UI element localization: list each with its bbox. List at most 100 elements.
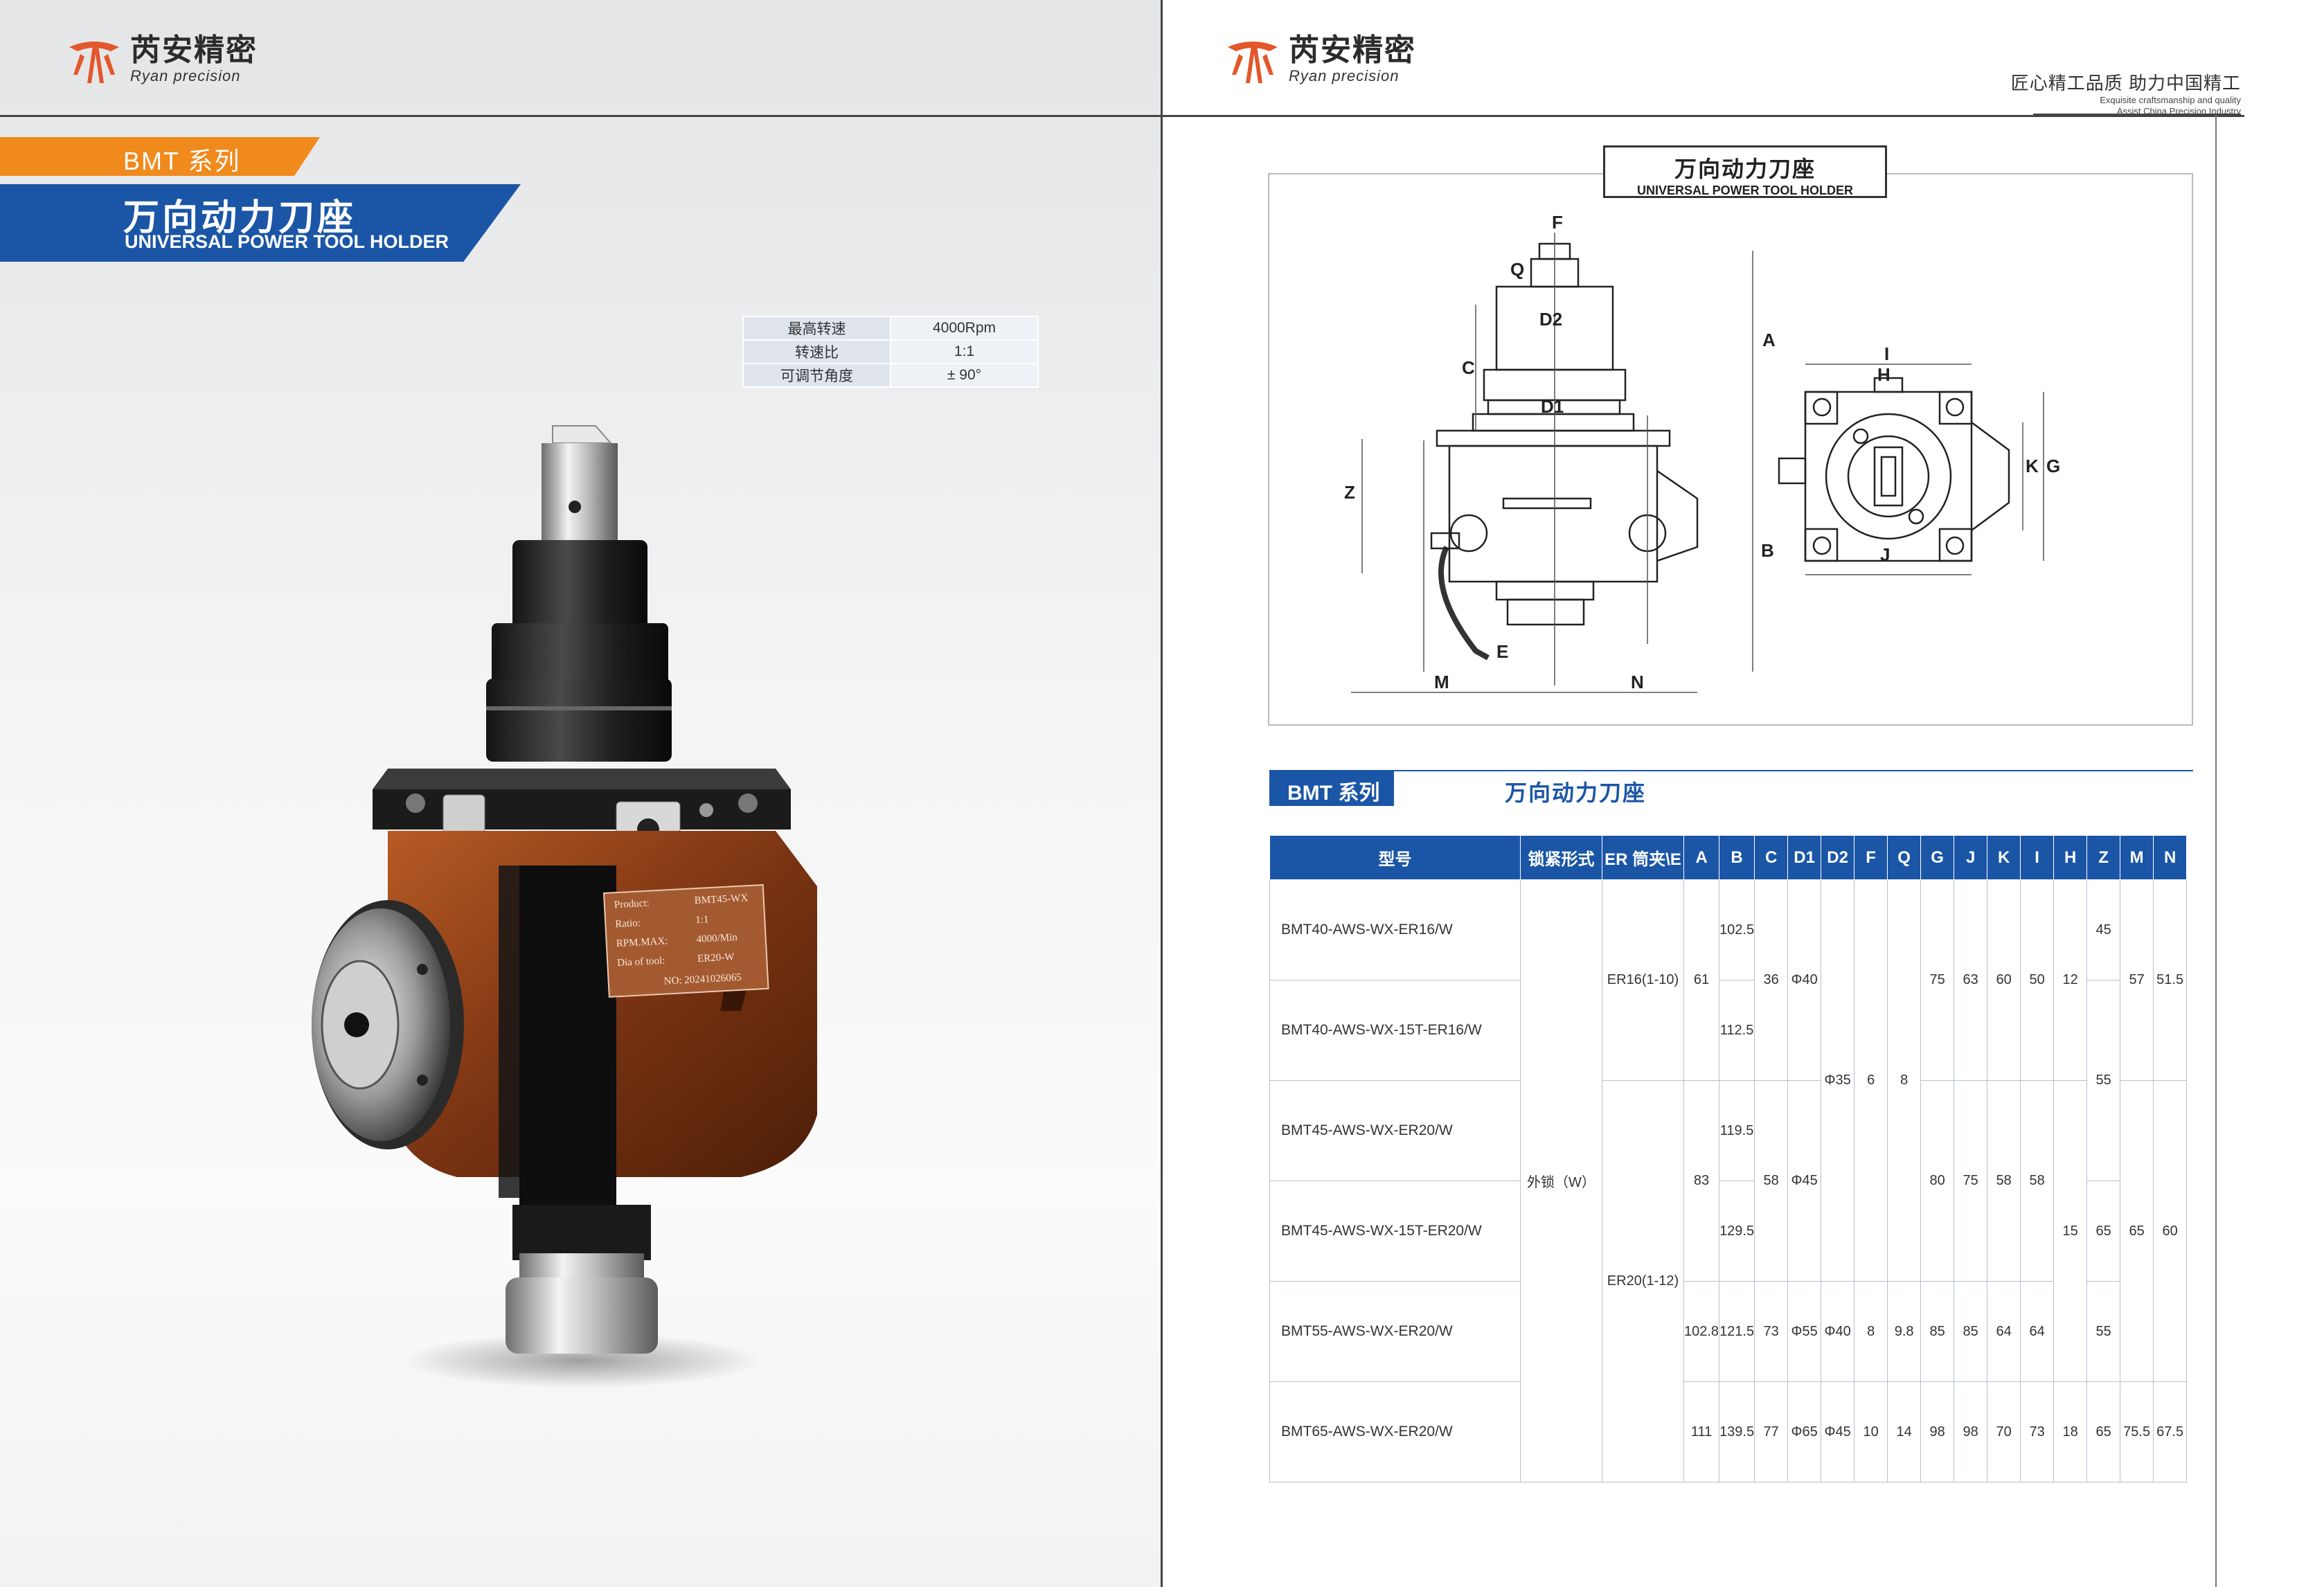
spec-row: 转速比 1:1: [742, 339, 1039, 364]
dim-label: D2: [1539, 309, 1562, 330]
left-page: 芮安精密 Ryan precision BMT 系列 万向动力刀座 UNIVER…: [0, 0, 1161, 1587]
brand-name-en: Ryan precision: [130, 67, 241, 84]
col-header: C: [1754, 835, 1789, 880]
a-cell: 111: [1683, 1381, 1720, 1482]
c-cell: 58: [1754, 1080, 1789, 1282]
col-header: ER 筒夹\E: [1602, 835, 1684, 880]
dim-label: D1: [1541, 396, 1564, 417]
brand-logo: 芮安精密 Ryan precision: [66, 33, 258, 86]
table-row: BMT45-AWS-WX-ER20/W ER20(1-12) 83 119.5 …: [1269, 1080, 2188, 1482]
col-header: 锁紧形式: [1520, 835, 1602, 880]
ryan-logo-icon: [69, 42, 119, 83]
k-cell: 58: [1987, 1080, 2021, 1282]
spec-label: 最高转速: [742, 316, 891, 341]
nameplate: Product: BMT45-WX Ratio: 1:1 RPM.MAX: 40…: [602, 884, 769, 998]
d1-cell: Φ40: [1787, 879, 1822, 1081]
spec-value: 1:1: [890, 339, 1039, 364]
header-divider: [0, 115, 1161, 117]
b-cell: 119.5: [1719, 1080, 1755, 1181]
d1-cell: Φ55: [1787, 1281, 1822, 1382]
brand-logo: 芮安精密 Ryan precision: [1225, 33, 1416, 86]
spec-label: 可调节角度: [742, 363, 891, 388]
z-cell: 65: [2086, 1181, 2121, 1282]
col-header: J: [1954, 835, 1988, 880]
slogan: 匠心精工品质 助力中国精工 Exquisite craftsmanship an…: [2011, 69, 2241, 117]
a-cell: 102.8: [1683, 1281, 1720, 1382]
product-photo: Product: BMT45-WX Ratio: 1:1 RPM.MAX: 40…: [312, 425, 817, 1388]
h-cell: 12: [2053, 879, 2088, 1081]
series-tag: BMT 系列: [0, 137, 320, 176]
dim-label: E: [1496, 641, 1508, 662]
model-cell: BMT55-AWS-WX-ER20/W: [1269, 1281, 1521, 1382]
section-title: 万向动力刀座: [1505, 780, 1647, 805]
er-cell: ER16(1-10): [1602, 879, 1684, 1081]
g-cell: 98: [1920, 1381, 1955, 1482]
col-header: Q: [1887, 835, 1922, 880]
dim-label: N: [1631, 672, 1644, 692]
z-cell: 45: [2086, 879, 2121, 980]
table-row: BMT55-AWS-WX-ER20/W 102.8 121.5 73 Φ55 Φ…: [1269, 1281, 2187, 1382]
model-cell: BMT40-AWS-WX-ER16/W: [1269, 879, 1521, 980]
col-header: I: [2020, 835, 2055, 880]
nameplate-value: 1:1: [695, 914, 709, 926]
right-page: 芮安精密 Ryan precision 匠心精工品质 助力中国精工 Exquis…: [1161, 0, 2324, 1587]
brand-name-cn: 芮安精密: [1289, 33, 1416, 67]
slogan-en-1: Exquisite craftsmanship and quality: [2100, 95, 2241, 105]
k-cell: 70: [1987, 1381, 2021, 1482]
i-cell: 58: [2020, 1080, 2055, 1282]
spec-row: 最高转速 4000Rpm: [742, 316, 1039, 341]
spec-label: 转速比: [742, 339, 891, 364]
lock-cell: 外锁（W）: [1520, 879, 1602, 1482]
g-cell: 75: [1920, 879, 1955, 1081]
dim-label: M: [1434, 672, 1449, 692]
dim-label: H: [1877, 364, 1891, 385]
col-header: F: [1854, 835, 1888, 880]
drawing-title: 万向动力刀座 UNIVERSAL POWER TOOL HOLDER: [1603, 145, 1887, 198]
section-tag: BMT 系列: [1269, 770, 1394, 806]
model-cell: BMT45-AWS-WX-ER20/W: [1269, 1080, 1521, 1181]
dim-label: I: [1884, 343, 1889, 364]
f-cell: 10: [1854, 1381, 1888, 1482]
dim-label: C: [1462, 357, 1475, 378]
dim-label: Z: [1344, 482, 1355, 503]
j-cell: 75: [1954, 1080, 1988, 1282]
technical-drawing: F Q D2 C A D1 Z B E M N I H K G J: [1344, 212, 2060, 693]
i-cell: 73: [2020, 1381, 2055, 1482]
col-header: M: [2120, 835, 2154, 880]
table-row: BMT40-AWS-WX-ER16/W 外锁（W） ER16(1-10) 61 …: [1269, 879, 2188, 1482]
er-cell: ER20(1-12): [1602, 1080, 1684, 1482]
nameplate-value: 4000/Min: [696, 932, 738, 945]
nameplate-key: Ratio:: [615, 917, 641, 930]
q-cell: 8: [1887, 879, 1922, 1282]
model-cell: BMT45-AWS-WX-15T-ER20/W: [1269, 1181, 1521, 1282]
series-tag-label: BMT 系列: [123, 147, 241, 175]
z-cell: 55: [2086, 980, 2121, 1181]
col-header: G: [1920, 835, 1955, 880]
g-cell: 80: [1920, 1080, 1955, 1282]
m-cell: 75.5: [2120, 1381, 2154, 1482]
k-cell: 60: [1987, 879, 2021, 1081]
section-underline: [1394, 770, 2193, 771]
drawing-title-en: UNIVERSAL POWER TOOL HOLDER: [1636, 183, 1854, 197]
c-cell: 77: [1754, 1381, 1789, 1482]
col-header: H: [2053, 835, 2088, 880]
m-cell: 57: [2120, 879, 2154, 1081]
dim-label: B: [1761, 540, 1774, 561]
table-header-row: 型号 锁紧形式 ER 筒夹\E A B C D1 D2 F Q G J K I …: [1269, 835, 2188, 880]
d2-cell: Φ45: [1821, 1381, 1855, 1482]
spec-row: 可调节角度 ± 90°: [742, 363, 1039, 388]
spec-value: ± 90°: [890, 363, 1039, 388]
dim-label: A: [1762, 330, 1776, 350]
nameplate-value: ER20-W: [697, 951, 735, 965]
nameplate-key: Product:: [614, 898, 650, 911]
h-cell: 18: [2053, 1381, 2088, 1482]
model-cell: BMT40-AWS-WX-15T-ER16/W: [1269, 980, 1521, 1081]
dim-label: K: [2026, 456, 2039, 476]
brand-name-cn: 芮安精密: [130, 33, 258, 67]
z-cell: 55: [2086, 1281, 2121, 1382]
m-cell: 65: [2120, 1080, 2154, 1382]
d1-cell: Φ65: [1787, 1381, 1822, 1482]
b-cell: 112.5: [1719, 980, 1755, 1081]
dim-label: G: [2046, 456, 2060, 476]
header-divider: [1163, 115, 2244, 117]
